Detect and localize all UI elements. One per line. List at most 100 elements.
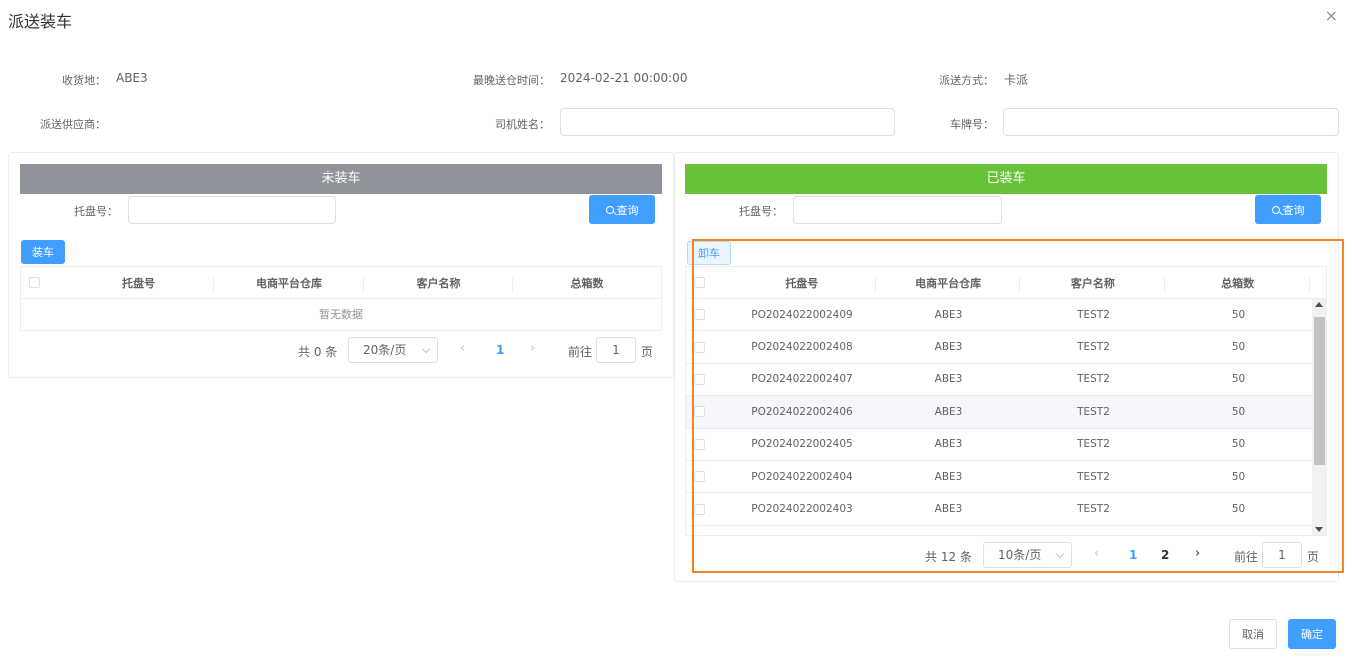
unloaded-header: 未装车 (20, 164, 662, 194)
cell-warehouse: ABE3 (934, 470, 963, 483)
latest-delivery-value: 2024-02-21 00:00:00 (560, 71, 688, 85)
unloaded-empty-text: 暂无数据 (319, 308, 363, 321)
table-row[interactable]: PO2024022002404 ABE3 TEST2 50 (686, 461, 1312, 494)
unloaded-page-size-value: 20条/页 (363, 343, 407, 357)
table-row[interactable]: PO2024022002406 ABE3 TEST2 50 (686, 396, 1312, 429)
dialog-title: 派送装车 (8, 12, 73, 31)
cell-customer: TEST2 (1077, 470, 1110, 483)
loaded-page-size-value: 10条/页 (998, 548, 1042, 562)
destination-value: ABE3 (116, 71, 148, 85)
loaded-page-1[interactable]: 1 (1129, 548, 1137, 562)
cell-pallet: PO2024022002408 (751, 341, 853, 354)
loaded-page-size-select[interactable]: 10条/页 (983, 542, 1072, 568)
scroll-thumb[interactable] (1314, 317, 1325, 465)
table-row[interactable]: PO2024022002409 ABE3 TEST2 50 (686, 299, 1312, 332)
cancel-button[interactable]: 取消 (1229, 619, 1277, 649)
plate-label: 车牌号： (950, 118, 994, 131)
cell-warehouse: ABE3 (934, 405, 963, 418)
unloaded-goto-input[interactable] (596, 337, 636, 363)
table-row[interactable]: PO2024022002408 ABE3 TEST2 50 (686, 331, 1312, 364)
loaded-select-all-checkbox[interactable] (694, 277, 705, 288)
loaded-next-page-icon[interactable]: › (1195, 546, 1200, 561)
plate-number-input[interactable] (1003, 108, 1339, 136)
table-row[interactable]: PO2024022002403 ABE3 TEST2 50 (686, 493, 1312, 526)
cell-pallet: PO2024022002405 (751, 438, 853, 451)
unloaded-select-all-checkbox[interactable] (29, 277, 40, 288)
cell-warehouse: ABE3 (934, 373, 963, 386)
cell-customer: TEST2 (1077, 405, 1110, 418)
cell-pallet: PO2024022002403 (751, 503, 853, 516)
loaded-search-label: 查询 (1282, 203, 1305, 217)
row-checkbox[interactable] (694, 438, 705, 450)
row-checkbox[interactable] (694, 373, 705, 385)
supplier-label: 派送供应商： (40, 118, 106, 131)
delivery-method-value: 卡派 (1004, 73, 1029, 87)
cell-pallet: PO2024022002409 (751, 308, 853, 321)
loaded-col-pallet: 托盘号 (728, 275, 876, 293)
driver-label: 司机姓名： (495, 118, 550, 131)
unloaded-col-warehouse: 电商平台仓库 (214, 275, 364, 293)
confirm-button[interactable]: 确定 (1288, 619, 1336, 649)
unloaded-table-header: 托盘号 电商平台仓库 客户名称 总箱数 (21, 267, 661, 299)
unloaded-goto-label: 前往 (568, 345, 593, 359)
loaded-goto-input[interactable] (1262, 542, 1302, 568)
cell-warehouse: ABE3 (934, 438, 963, 451)
driver-name-input[interactable] (560, 108, 895, 136)
unloaded-page-unit: 页 (641, 345, 654, 359)
table-row[interactable]: PO2024022002405 ABE3 TEST2 50 (686, 429, 1312, 461)
scroll-up-icon[interactable] (1315, 302, 1323, 307)
scroll-down-icon[interactable] (1315, 527, 1323, 532)
unloaded-search-button[interactable]: 查询 (589, 195, 655, 224)
loaded-search-button[interactable]: 查询 (1255, 195, 1321, 224)
row-checkbox[interactable] (694, 309, 705, 321)
cell-pallet: PO2024022002404 (751, 470, 853, 483)
cell-customer: TEST2 (1077, 503, 1110, 516)
loaded-col-warehouse: 电商平台仓库 (876, 275, 1021, 293)
unloaded-pallet-input[interactable] (128, 196, 336, 224)
table-row[interactable]: PO2024022002407 ABE3 TEST2 50 (686, 364, 1312, 397)
unloaded-search-label: 查询 (616, 203, 639, 217)
loaded-table: 托盘号 电商平台仓库 客户名称 总箱数 PO2024022002409 ABE3 T… (685, 266, 1327, 536)
chevron-down-icon (421, 344, 431, 354)
loaded-table-body: PO2024022002409 ABE3 TEST2 50 PO202402200240… (686, 299, 1312, 526)
unloaded-page-1[interactable]: 1 (496, 343, 504, 357)
loaded-page-2[interactable]: 2 (1161, 548, 1169, 562)
row-checkbox[interactable] (694, 406, 705, 418)
unloaded-prev-page-icon[interactable]: ‹ (460, 341, 465, 356)
loaded-pallet-input[interactable] (793, 196, 1002, 224)
cell-warehouse: ABE3 (934, 308, 963, 321)
loaded-goto-label: 前往 (1234, 550, 1259, 564)
loaded-prev-page-icon[interactable]: ‹ (1094, 546, 1099, 561)
cell-boxes: 50 (1231, 405, 1246, 418)
load-button[interactable]: 装车 (21, 240, 65, 264)
delivery-method-label: 派送方式： (939, 74, 994, 87)
loaded-pallet-label: 托盘号： (739, 205, 783, 218)
cell-pallet: PO2024022002407 (751, 373, 853, 386)
cell-boxes: 50 (1231, 438, 1246, 451)
unloaded-table: 托盘号 电商平台仓库 客户名称 总箱数 暂无数据 (20, 266, 662, 331)
destination-label: 收货地： (62, 74, 106, 87)
loaded-header: 已装车 (685, 164, 1327, 194)
loaded-table-scrollbar[interactable] (1312, 299, 1326, 535)
search-icon (605, 205, 614, 214)
loaded-page-unit: 页 (1307, 550, 1320, 564)
unload-button[interactable]: 卸车 (687, 241, 731, 265)
row-checkbox[interactable] (694, 471, 705, 483)
loaded-col-boxes: 总箱数 (1165, 275, 1310, 293)
search-icon (1271, 205, 1280, 214)
close-icon[interactable]: × (1325, 8, 1338, 24)
cell-boxes: 50 (1231, 503, 1246, 516)
loaded-total: 共 12 条 (925, 550, 972, 564)
cell-boxes: 50 (1231, 341, 1246, 354)
cell-warehouse: ABE3 (934, 341, 963, 354)
cell-warehouse: ABE3 (934, 503, 963, 516)
row-checkbox[interactable] (694, 341, 705, 353)
chevron-down-icon (1055, 549, 1065, 559)
cell-pallet: PO2024022002406 (751, 405, 853, 418)
row-checkbox[interactable] (694, 503, 705, 515)
latest-delivery-label: 最晚送仓时间： (473, 74, 550, 87)
unloaded-next-page-icon[interactable]: › (530, 341, 535, 356)
unloaded-page-size-select[interactable]: 20条/页 (348, 337, 438, 363)
cell-boxes: 50 (1231, 308, 1246, 321)
cell-customer: TEST2 (1077, 308, 1110, 321)
